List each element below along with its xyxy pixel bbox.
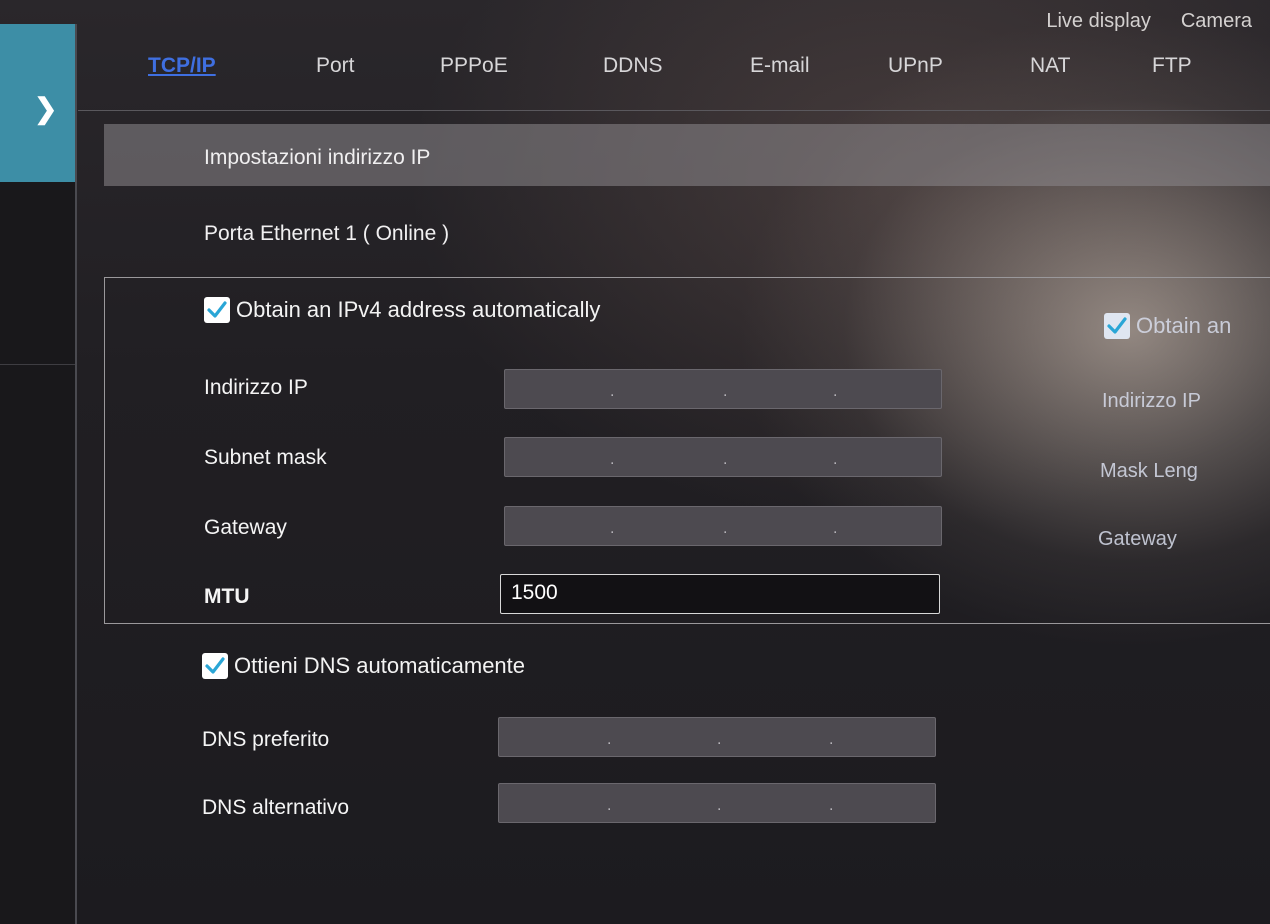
tab-tcpip[interactable]: TCP/IP bbox=[148, 54, 216, 78]
sidebar-active-tab[interactable]: ❯ bbox=[0, 24, 75, 182]
dns-alternate-label: DNS alternativo bbox=[202, 796, 350, 819]
top-menu-live-display[interactable]: Live display bbox=[1046, 10, 1151, 33]
subnet-mask-label: Subnet mask bbox=[204, 446, 327, 469]
chevron-right-icon: ❯ bbox=[34, 93, 58, 124]
top-menu-camera[interactable]: Camera bbox=[1181, 10, 1252, 33]
checkmark-icon bbox=[207, 301, 227, 318]
ipv6-gateway-label: Gateway bbox=[1098, 528, 1177, 550]
screen: Live display Camera ❯ TCP/IP Port PPPoE … bbox=[0, 0, 1270, 924]
dns-auto-label: Ottieni DNS automaticamente bbox=[234, 653, 526, 678]
section-header: Impostazioni indirizzo IP bbox=[104, 124, 1270, 186]
ipv6-ip-label: Indirizzo IP bbox=[1102, 390, 1201, 412]
tab-ddns[interactable]: DDNS bbox=[603, 54, 663, 78]
gateway-label: Gateway bbox=[204, 516, 287, 539]
dns-auto-row[interactable]: Ottieni DNS automaticamente bbox=[202, 653, 525, 679]
tab-port[interactable]: Port bbox=[316, 54, 355, 78]
ipv6-auto-label: Obtain an bbox=[1136, 313, 1232, 338]
tab-ftp[interactable]: FTP bbox=[1152, 54, 1192, 78]
ipv6-auto-checkbox[interactable] bbox=[1104, 313, 1130, 339]
section-title: Impostazioni indirizzo IP bbox=[204, 146, 431, 169]
ipv4-auto-checkbox[interactable] bbox=[204, 297, 230, 323]
ipv4-auto-row[interactable]: Obtain an IPv4 address automatically bbox=[204, 297, 600, 323]
tab-divider bbox=[78, 110, 1270, 111]
dns-preferred-label: DNS preferito bbox=[202, 728, 330, 751]
tab-upnp[interactable]: UPnP bbox=[888, 54, 943, 78]
port-label: Porta Ethernet 1 ( Online ) bbox=[204, 222, 450, 245]
subnet-mask-input[interactable]: ... bbox=[504, 437, 942, 477]
ipv6-auto-row[interactable]: Obtain an bbox=[1104, 313, 1231, 339]
sidebar-divider bbox=[0, 364, 75, 365]
gateway-input[interactable]: ... bbox=[504, 506, 942, 546]
dns-auto-checkbox[interactable] bbox=[202, 653, 228, 679]
checkmark-icon bbox=[205, 657, 225, 674]
ipv6-mask-label: Mask Leng bbox=[1100, 460, 1198, 482]
mtu-input[interactable]: 1500 bbox=[500, 574, 940, 614]
sidebar: ❯ bbox=[0, 24, 77, 924]
ip-address-input[interactable]: ... bbox=[504, 369, 942, 409]
tab-email[interactable]: E-mail bbox=[750, 54, 810, 78]
tab-pppoe[interactable]: PPPoE bbox=[440, 54, 508, 78]
ip-address-label: Indirizzo IP bbox=[204, 376, 308, 399]
dns-preferred-input[interactable]: ... bbox=[498, 717, 936, 757]
checkmark-icon bbox=[1107, 317, 1127, 334]
mtu-label: MTU bbox=[204, 585, 250, 608]
top-menu: Live display Camera bbox=[1046, 10, 1252, 33]
ipv4-auto-label: Obtain an IPv4 address automatically bbox=[236, 297, 601, 322]
dns-alternate-input[interactable]: ... bbox=[498, 783, 936, 823]
tab-nat[interactable]: NAT bbox=[1030, 54, 1070, 78]
